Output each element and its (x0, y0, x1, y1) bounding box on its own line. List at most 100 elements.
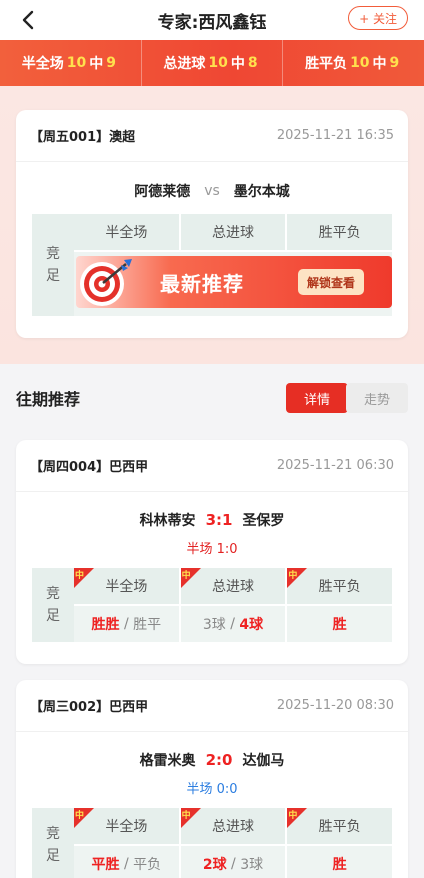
away-team: 达伽马 (242, 753, 285, 769)
unlock-button[interactable]: 解锁查看 (297, 269, 364, 295)
top-bar: 专家:西风鑫钰 + 关注 (0, 0, 424, 40)
match-league: 【周三002】巴西甲 (30, 700, 149, 715)
pick-win-draw-lose: 胜 (285, 846, 393, 878)
home-team: 阿德莱德 (134, 184, 191, 200)
pick-sep: / (226, 856, 241, 872)
pick-half-full: 平胜 / 平负 (74, 846, 179, 878)
match-teams: 阿德莱德 vs 墨尔本城 (16, 168, 408, 214)
hit-flag-text: 中 (288, 811, 298, 821)
card-bottom-pad (16, 642, 408, 664)
target-icon (76, 256, 138, 308)
pick-hit: 平胜 (91, 857, 120, 873)
vs-label: vs (204, 183, 220, 199)
current-section: 【周五001】澳超 2025-11-21 16:35 阿德莱德 vs 墨尔本城 … (0, 86, 424, 364)
back-button[interactable] (14, 6, 42, 34)
stat-total-goals[interactable]: 总进球 10 中 8 (140, 40, 283, 86)
tab-detail[interactable]: 详情 (286, 383, 348, 413)
match-teams: 科林蒂安 3:1 圣保罗 (16, 502, 408, 538)
stat-hit: 8 (247, 55, 258, 71)
pick-miss: 3球 (202, 617, 226, 633)
stat-hit: 9 (389, 55, 400, 71)
match-header: 【周三002】巴西甲 2025-11-20 08:30 (16, 680, 408, 732)
halftime-score: 半场 1:0 (186, 542, 238, 557)
pick-half-full: 胜胜 / 胜平 (74, 606, 179, 642)
app-screen: 专家:西风鑫钰 + 关注 半全场 10 中 9 总进球 10 中 8 胜平负 1… (0, 0, 424, 878)
stat-mid: 中 (372, 56, 387, 72)
match-time: 2025-11-21 06:30 (276, 458, 394, 473)
stat-hit: 9 (106, 55, 116, 71)
prediction-row: 平胜 / 平负 2球 / 3球 胜 (74, 844, 393, 878)
chevron-left-icon (22, 10, 34, 30)
stat-total: 10 (208, 55, 228, 71)
stat-total: 10 (66, 55, 87, 71)
view-tabs: 详情 走势 (286, 383, 408, 413)
hit-flag-text: 中 (288, 571, 298, 581)
stat-half-full[interactable]: 半全场 10 中 9 (0, 40, 141, 86)
col-total-goals: 中 总进球 (178, 568, 286, 604)
promo-row: 最新推荐 解锁查看 (74, 250, 392, 316)
col-label: 总进球 (212, 819, 254, 835)
lottery-type-label: 竞 足 (32, 214, 74, 316)
stat-win-draw-lose[interactable]: 胜平负 10 中 9 (282, 40, 424, 86)
latest-recommend-banner[interactable]: 最新推荐 解锁查看 (76, 256, 392, 308)
promo-wrap: 最新推荐 解锁查看 (74, 252, 392, 316)
grid-columns: 中 半全场 中 总进球 中 胜 平负 (74, 808, 393, 878)
stat-mid: 中 (230, 56, 245, 72)
col-label: 胜平负 (318, 579, 361, 595)
past-match-card[interactable]: 【周四004】巴西甲 2025-11-21 06:30 科林蒂安 3:1 圣保罗… (16, 440, 408, 664)
pick-sep: / (119, 616, 134, 632)
side-char: 足 (46, 608, 60, 624)
pick-hit: 胜 (332, 857, 347, 873)
pick-total-goals: 2球 / 3球 (178, 846, 286, 878)
away-team: 圣保罗 (242, 513, 285, 529)
stat-mid: 中 (89, 56, 104, 72)
lottery-type-label: 竞 足 (32, 568, 74, 642)
col-half-full: 半全场 (74, 214, 179, 250)
past-match-card[interactable]: 【周三002】巴西甲 2025-11-20 08:30 格雷米奥 2:0 达伽马… (16, 680, 408, 878)
grid-header: 中 半全场 中 总进球 中 胜平负 (74, 808, 393, 844)
match-header: 【周五001】澳超 2025-11-21 16:35 (16, 110, 408, 162)
match-time: 2025-11-21 16:35 (276, 128, 394, 143)
grid-columns: 中 半全场 中 总进球 中 胜平负 (74, 568, 393, 642)
current-match-card[interactable]: 【周五001】澳超 2025-11-21 16:35 阿德莱德 vs 墨尔本城 … (16, 110, 408, 338)
side-char: 竞 (46, 586, 60, 602)
home-team: 科林蒂安 (139, 513, 196, 529)
pick-miss: 平负 (133, 857, 162, 873)
prediction-grid: 竞 足 半全场 总进球 胜平负 最新推荐 解锁查看 (32, 214, 393, 316)
match-league: 【周五001】澳超 (30, 130, 136, 145)
col-half-full: 中 半全场 (74, 568, 179, 604)
page-title: 专家:西风鑫钰 (157, 12, 267, 33)
pick-miss: 胜平 (133, 617, 162, 633)
prediction-grid: 竞 足 中 半全场 中 总进球 (32, 808, 393, 878)
follow-button[interactable]: + 关注 (348, 6, 408, 30)
match-time: 2025-11-20 08:30 (276, 698, 394, 713)
lottery-type-label: 竞 足 (32, 808, 74, 878)
halftime-score: 半场 0:0 (186, 782, 238, 797)
hit-flag-text: 中 (75, 571, 85, 581)
stat-total: 10 (350, 55, 370, 71)
stat-label: 胜平负 (305, 56, 348, 72)
hit-flag-text: 中 (181, 811, 191, 821)
grid-header: 中 半全场 中 总进球 中 胜平负 (74, 568, 393, 604)
stat-label: 总进球 (163, 56, 206, 72)
side-char: 竞 (46, 246, 60, 262)
pick-sep: / (225, 616, 240, 632)
past-header: 往期推荐 详情 走势 (0, 370, 424, 426)
col-half-full: 中 半全场 (74, 808, 179, 844)
pick-hit: 2球 (202, 857, 227, 873)
col-win-draw-lose: 胜平负 (285, 214, 393, 250)
prediction-row: 胜胜 / 胜平 3球 / 4球 胜 (74, 604, 393, 642)
home-team: 格雷米奥 (139, 753, 196, 769)
pick-miss: 3球 (240, 857, 264, 873)
col-win-draw-lose: 中 胜平负 (285, 568, 393, 604)
side-char: 竞 (46, 826, 60, 842)
stat-label: 半全场 (21, 56, 64, 72)
hit-flag-text: 中 (181, 571, 191, 581)
tab-trend[interactable]: 走势 (346, 383, 408, 413)
col-label: 总进球 (212, 579, 254, 595)
pick-hit: 胜 (332, 617, 347, 633)
col-label: 半全场 (105, 819, 148, 835)
final-score: 3:1 (205, 511, 233, 529)
col-label: 半全场 (105, 579, 148, 595)
pick-hit: 4球 (239, 617, 264, 633)
